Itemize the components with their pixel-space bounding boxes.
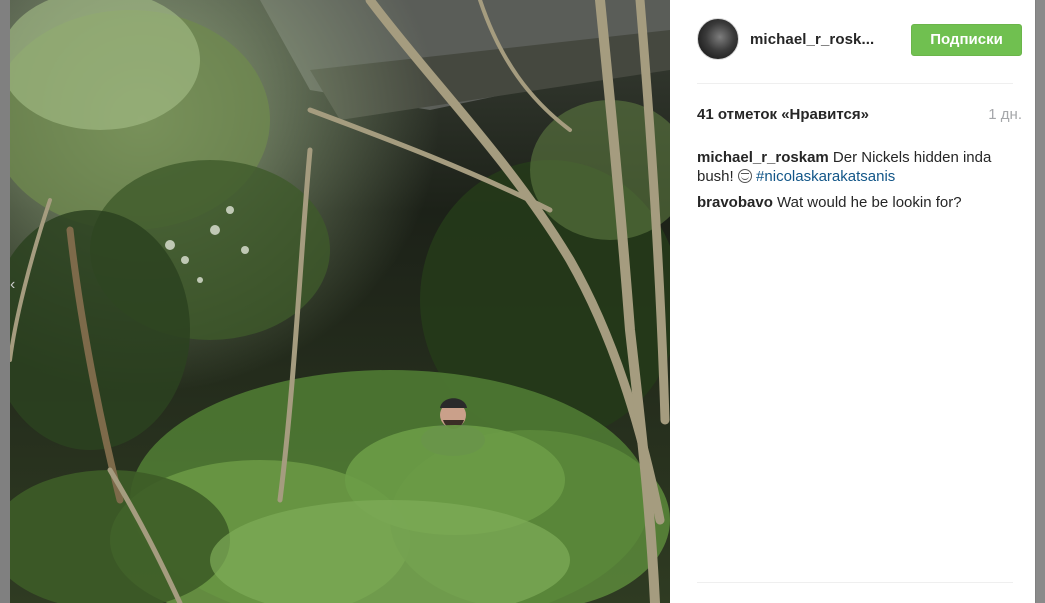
backdrop-edge [1036,0,1045,603]
username-link[interactable]: michael_r_rosk... [750,31,874,48]
comment-text: Wat would he be lookin for? [777,194,962,211]
hashtag-link[interactable]: #nicolaskarakatsanis [756,168,895,185]
grinning-face-icon [737,169,752,183]
post-photo[interactable] [10,0,670,603]
post-modal: ‹ michael_r_rosk... Подписки 41 отметок … [10,0,1035,603]
comment-item: bravobavo Wat would he be lookin for? [697,193,1015,212]
post-age[interactable]: 1 дн. [988,106,1022,123]
previous-arrow-icon[interactable]: ‹ [10,270,18,300]
comment-author[interactable]: bravobavo [697,194,773,211]
avatar[interactable] [697,18,739,60]
footer-divider [697,582,1013,583]
forest-photo-image [10,0,670,603]
post-header: michael_r_rosk... Подписки [697,18,1022,62]
comment-item: michael_r_roskam Der Nickels hidden inda… [697,148,1015,186]
comment-author[interactable]: michael_r_roskam [697,149,829,166]
header-divider [697,83,1013,84]
likes-count[interactable]: 41 отметок «Нравится» [697,106,869,123]
post-side-panel: michael_r_rosk... Подписки 41 отметок «Н… [670,0,1035,603]
comments-list: michael_r_roskam Der Nickels hidden inda… [697,148,1015,219]
following-button[interactable]: Подписки [911,24,1022,56]
